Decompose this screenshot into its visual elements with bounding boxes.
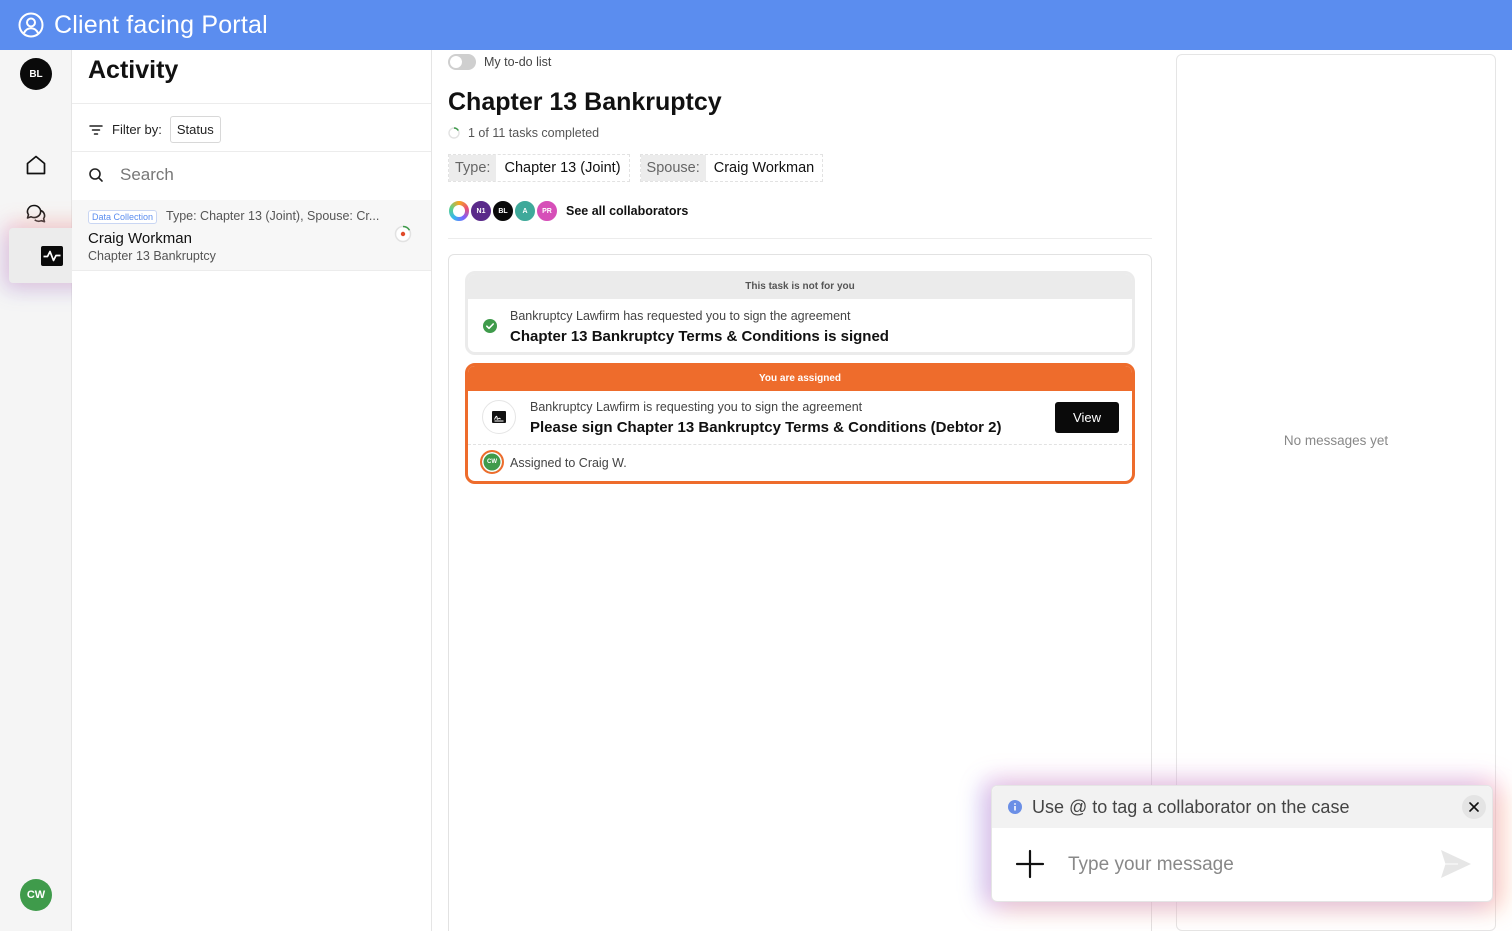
collaborator-avatars[interactable]: N1 BL A PR <box>448 200 558 222</box>
activity-panel: Activity Filter by: Status Data Collecti… <box>72 50 432 931</box>
collaborators-row: N1 BL A PR See all collaborators <box>448 200 688 222</box>
nav-messages[interactable] <box>22 199 50 227</box>
tasks-completed-label: 1 of 11 tasks completed <box>468 126 600 140</box>
task-card-completed[interactable]: This task is not for you Bankruptcy Lawf… <box>465 271 1135 355</box>
home-icon <box>26 155 46 175</box>
client-name: Craig Workman <box>88 230 192 247</box>
todo-label: My to-do list <box>484 55 552 69</box>
filter-label: Filter by: <box>112 122 162 137</box>
collaborator-avatar <box>448 200 470 222</box>
signature-doc-icon-wrap <box>482 400 516 434</box>
progress-ring-icon <box>394 225 412 243</box>
chip-value: Craig Workman <box>705 155 823 181</box>
info-icon <box>1008 800 1022 814</box>
current-user-avatar[interactable]: CW <box>20 879 52 911</box>
search-input[interactable] <box>120 165 360 185</box>
status-filter-dropdown[interactable]: Status <box>169 116 221 143</box>
close-icon <box>1469 802 1479 812</box>
check-circle-icon <box>483 319 497 333</box>
side-nav: BL <box>0 50 72 931</box>
tag-hint-bar: Use @ to tag a collaborator on the case <box>992 786 1492 828</box>
collaborator-avatar: BL <box>492 200 514 222</box>
task-card-assigned[interactable]: You are assigned Bankruptcy Lawfirm is r… <box>465 363 1135 484</box>
collaborator-avatar: PR <box>536 200 558 222</box>
activity-title: Activity <box>88 56 179 84</box>
case-attributes: Type: Chapter 13 (Joint) Spouse: Craig W… <box>448 154 833 182</box>
plus-icon <box>1015 849 1045 879</box>
tag-hint-text: Use @ to tag a collaborator on the case <box>1032 796 1350 817</box>
activity-icon <box>41 245 63 266</box>
task-title: Please sign Chapter 13 Bankruptcy Terms … <box>530 419 1002 436</box>
spouse-chip: Spouse: Craig Workman <box>639 154 824 182</box>
no-messages-label: No messages yet <box>1283 433 1389 448</box>
user-avatar[interactable]: BL <box>20 58 52 90</box>
type-chip: Type: Chapter 13 (Joint) <box>448 154 630 182</box>
nav-home[interactable] <box>22 151 50 179</box>
search-row <box>88 165 360 185</box>
filter-row: Filter by: Status <box>88 116 221 143</box>
collaborator-avatar: N1 <box>470 200 492 222</box>
send-icon <box>1441 850 1471 878</box>
todo-toggle[interactable] <box>448 54 476 70</box>
chip-value: Chapter 13 (Joint) <box>496 155 629 181</box>
task-request: Bankruptcy Lawfirm is requesting you to … <box>530 400 863 414</box>
user-circle-icon <box>18 12 44 38</box>
chat-icon <box>26 204 46 223</box>
case-type: Chapter 13 Bankruptcy <box>88 249 216 263</box>
view-button[interactable]: View <box>1055 402 1119 433</box>
case-meta: Type: Chapter 13 (Joint), Spouse: Cr... <box>166 209 380 223</box>
progress-ring-icon <box>448 127 460 139</box>
divider <box>72 151 431 152</box>
divider <box>72 103 431 104</box>
task-header: This task is not for you <box>468 274 1132 299</box>
send-button[interactable] <box>1438 846 1474 882</box>
app-title: Client facing Portal <box>54 10 268 39</box>
task-progress: 1 of 11 tasks completed <box>448 126 599 140</box>
see-all-collaborators-link[interactable]: See all collaborators <box>566 204 688 218</box>
signature-icon <box>492 411 506 423</box>
assigned-to-label: Assigned to Craig W. <box>510 456 627 470</box>
message-composer: Use @ to tag a collaborator on the case <box>991 785 1493 902</box>
chip-key: Type: <box>449 155 497 181</box>
category-tag: Data Collection <box>88 210 158 224</box>
case-title: Chapter 13 Bankruptcy <box>448 88 722 116</box>
filter-icon <box>89 124 103 135</box>
close-hint-button[interactable] <box>1462 795 1486 819</box>
list-item[interactable]: Data Collection Type: Chapter 13 (Joint)… <box>72 200 431 271</box>
todo-toggle-row: My to-do list <box>448 54 551 70</box>
task-request: Bankruptcy Lawfirm has requested you to … <box>510 309 851 323</box>
task-title: Chapter 13 Bankruptcy Terms & Conditions… <box>510 328 889 345</box>
task-header: You are assigned <box>468 366 1132 391</box>
assignee-avatar: CW <box>480 450 504 474</box>
message-input[interactable] <box>1068 850 1408 880</box>
divider <box>468 444 1132 445</box>
collaborator-avatar: A <box>514 200 536 222</box>
add-attachment-button[interactable] <box>1014 848 1046 880</box>
chip-key: Spouse: <box>640 155 706 181</box>
divider <box>448 238 1152 239</box>
search-icon <box>89 168 103 182</box>
app-header: Client facing Portal <box>0 0 1512 50</box>
